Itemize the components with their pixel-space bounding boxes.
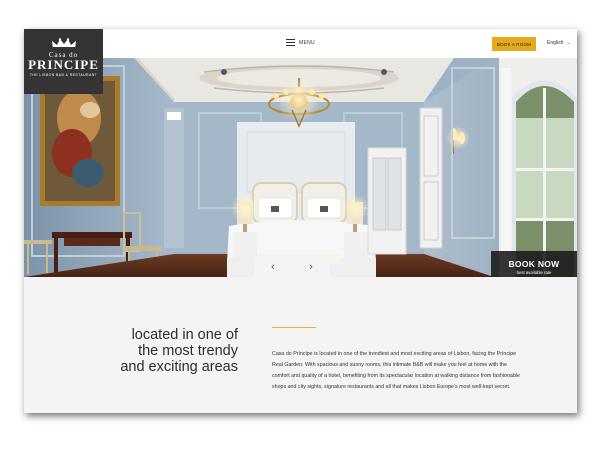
site-logo[interactable]: Casa do PRINCIPE THE LISBON B&B & RESTAU… bbox=[24, 29, 103, 94]
chevron-down-icon: ⌄ bbox=[566, 40, 571, 46]
section-headline: located in one of the most trendy and ex… bbox=[120, 327, 238, 375]
slider-controls: ‹ › bbox=[254, 257, 330, 278]
previous-slide-arrow-icon[interactable]: ‹ bbox=[271, 262, 275, 273]
book-now-subtitle: best available rate bbox=[516, 269, 552, 275]
book-now-title: BOOK NOW bbox=[508, 258, 560, 269]
hero-image-slider: BOOK NOW best available rate bbox=[24, 58, 577, 277]
hotel-room-photo bbox=[24, 58, 577, 277]
top-navigation-bar: MENU BOOK A ROOM English ⌄ bbox=[24, 29, 577, 58]
language-label: English bbox=[547, 40, 564, 46]
book-now-banner[interactable]: BOOK NOW best available rate bbox=[491, 251, 577, 277]
next-slide-arrow-icon[interactable]: › bbox=[309, 262, 313, 273]
book-a-room-button[interactable]: BOOK A ROOM bbox=[492, 37, 536, 51]
crown-icon bbox=[51, 38, 76, 49]
logo-text-main: PRINCIPE bbox=[28, 57, 99, 72]
language-selector[interactable]: English ⌄ bbox=[547, 40, 571, 46]
browser-page: MENU BOOK A ROOM English ⌄ Casa do PRINC… bbox=[24, 29, 577, 413]
hamburger-icon bbox=[286, 39, 295, 46]
decorative-divider bbox=[272, 327, 316, 328]
logo-tagline: THE LISBON B&B & RESTAURANT bbox=[29, 73, 98, 77]
menu-toggle[interactable]: MENU bbox=[286, 39, 315, 46]
intro-paragraph: Casa do Príncipe is located in one of th… bbox=[272, 351, 520, 391]
menu-label: MENU bbox=[299, 39, 315, 46]
